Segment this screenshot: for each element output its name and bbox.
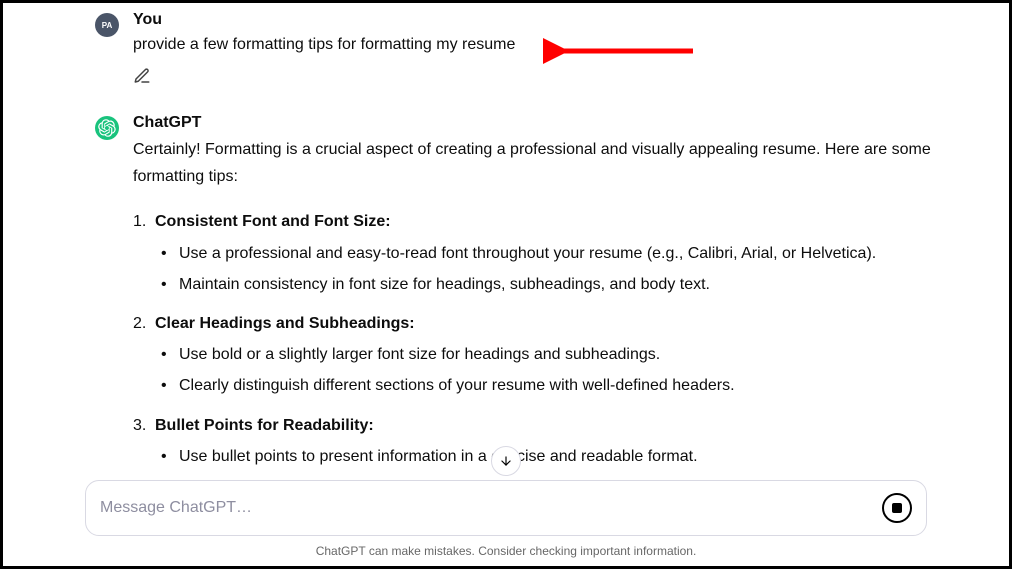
user-sender-label: You <box>133 11 949 29</box>
assistant-tips-list: Consistent Font and Font Size: Use a pro… <box>133 208 949 486</box>
conversation-content: PA You provide a few formatting tips for… <box>3 3 1009 486</box>
tip-point: Use bullet points to present information… <box>161 443 949 470</box>
tip-title: Clear Headings and Subheadings: <box>133 310 949 337</box>
app-frame: PA You provide a few formatting tips for… <box>0 0 1012 569</box>
tip-point: Maintain consistency in font size for he… <box>161 271 949 298</box>
conversation-scroll: PA You provide a few formatting tips for… <box>3 3 1009 486</box>
user-message-body: You provide a few formatting tips for fo… <box>133 11 949 90</box>
tip-item: Bullet Points for Readability: Use bulle… <box>133 412 949 487</box>
assistant-message-body: ChatGPT Certainly! Formatting is a cruci… <box>133 114 949 486</box>
tip-item: Consistent Font and Font Size: Use a pro… <box>133 208 949 298</box>
tip-item: Clear Headings and Subheadings: Use bold… <box>133 310 949 400</box>
composer-area: ChatGPT can make mistakes. Consider chec… <box>3 480 1009 566</box>
assistant-message: ChatGPT Certainly! Formatting is a cruci… <box>95 114 949 486</box>
tip-point: Use a professional and easy-to-read font… <box>161 240 949 267</box>
composer <box>85 480 927 536</box>
user-message-actions <box>133 67 949 90</box>
tip-title: Bullet Points for Readability: <box>133 412 949 439</box>
message-input[interactable] <box>100 499 882 517</box>
user-avatar-initials: PA <box>102 21 113 30</box>
tip-points: Use bold or a slightly larger font size … <box>133 341 949 399</box>
tip-points: Use a professional and easy-to-read font… <box>133 240 949 298</box>
tip-title: Consistent Font and Font Size: <box>133 208 949 235</box>
tip-point: Clearly distinguish different sections o… <box>161 372 949 399</box>
stop-icon <box>892 503 902 513</box>
edit-icon[interactable] <box>133 67 151 85</box>
scroll-to-bottom-button[interactable] <box>491 446 521 476</box>
user-message: PA You provide a few formatting tips for… <box>95 11 949 90</box>
assistant-intro-text: Certainly! Formatting is a crucial aspec… <box>133 136 949 190</box>
arrow-down-icon <box>499 454 513 468</box>
user-prompt-text: provide a few formatting tips for format… <box>133 33 949 57</box>
assistant-avatar <box>95 116 119 140</box>
user-avatar: PA <box>95 13 119 37</box>
stop-generating-button[interactable] <box>882 493 912 523</box>
assistant-sender-label: ChatGPT <box>133 114 949 132</box>
disclaimer-text: ChatGPT can make mistakes. Consider chec… <box>85 544 927 558</box>
tip-point: Use bold or a slightly larger font size … <box>161 341 949 368</box>
